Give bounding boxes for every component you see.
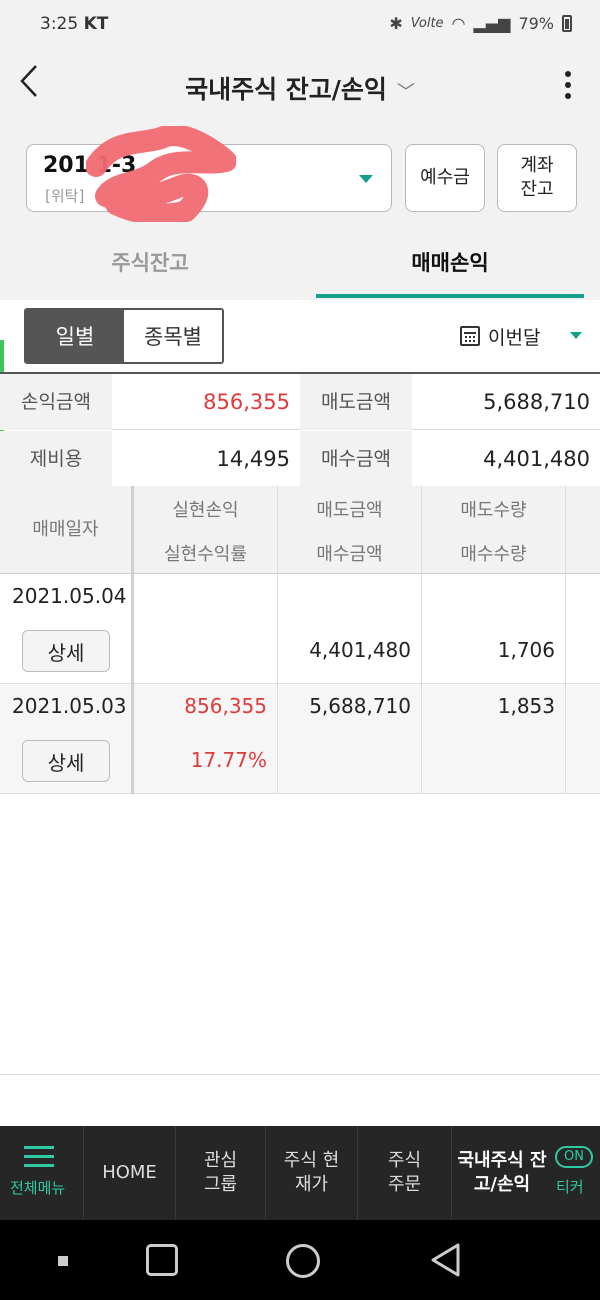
tab-stock-balance[interactable]: 주식잔고 <box>0 222 300 300</box>
row-date: 2021.05.04 <box>12 584 127 608</box>
row-date-cell: 2021.05.03 상세 <box>0 684 134 794</box>
status-bar: 3:25 KT ✱ Volte ◠ ▂▄▆ 79% <box>0 0 600 50</box>
hamburger-icon <box>24 1146 54 1168</box>
buy-quantity: 1,706 <box>497 638 555 662</box>
sell-amount-label: 매도금액 <box>300 374 412 430</box>
summary-table: 손익금액 856,355 매도금액 5,688,710 제비용 14,495 매… <box>0 372 600 487</box>
redaction-scribble <box>86 126 236 222</box>
ticker-label: 티커 <box>556 1178 584 1196</box>
chevron-down-icon: ﹀ <box>396 82 415 103</box>
status-indicators: ✱ Volte ◠ ▂▄▆ 79% <box>389 14 572 33</box>
summary-row: 제비용 14,495 매수금액 4,401,480 <box>0 431 600 487</box>
bottom-nav: 전체메뉴 HOME 관심 그룹 주식 현재가 주식 주문 국내주식 잔고/손익 … <box>0 1126 600 1220</box>
period-select[interactable]: 이번달 <box>460 322 582 350</box>
battery-icon <box>562 15 572 32</box>
page-title[interactable]: 국내주식 잔고/손익 ﹀ <box>0 70 600 106</box>
account-toolbar: 201 1-3 [위탁] 예수금 계좌 잔고 <box>0 122 600 222</box>
row-date-cell: 2021.05.04 상세 <box>0 574 134 684</box>
row-amount-cell: 5,688,710 <box>278 684 422 794</box>
wifi-icon: ◠ <box>451 14 466 33</box>
detail-button[interactable]: 상세 <box>22 740 110 782</box>
row-date: 2021.05.03 <box>12 694 127 718</box>
deposit-button[interactable]: 예수금 <box>405 144 485 212</box>
battery-percent: 79% <box>518 14 554 33</box>
table-row[interactable]: 2021.05.03 상세 856,355 17.77% 5,688,710 1… <box>0 684 600 794</box>
account-type: [위탁] <box>45 187 85 205</box>
tab-bar: 주식잔고 매매손익 <box>0 222 600 300</box>
buy-amount-label: 매수금액 <box>300 431 412 487</box>
row-amount-cell: 4,401,480 <box>278 574 422 684</box>
realized-rate: 17.77% <box>190 748 267 772</box>
account-balance-button[interactable]: 계좌 잔고 <box>497 144 577 212</box>
app-header: 국내주식 잔고/손익 ﹀ <box>0 50 600 122</box>
volte-indicator: Volte <box>410 16 444 31</box>
calendar-icon <box>460 326 480 346</box>
nav-watch-group[interactable]: 관심 그룹 <box>176 1126 266 1220</box>
ticker-toggle[interactable]: ON <box>555 1146 593 1168</box>
more-options-icon[interactable] <box>558 68 578 104</box>
fee-value: 14,495 <box>216 447 290 471</box>
main-content: 일별 종목별 이번달 손익금액 856,355 매도금액 5,688,710 제… <box>0 300 600 1126</box>
toggle-by-stock[interactable]: 종목별 <box>124 310 222 362</box>
nav-stock-order[interactable]: 주식 주문 <box>358 1126 452 1220</box>
view-toggle: 일별 종목별 <box>24 308 224 364</box>
header-quantity: 매도수량 매수수량 <box>422 486 566 574</box>
bluetooth-icon: ✱ <box>389 14 403 33</box>
pnl-label: 손익금액 <box>0 374 112 430</box>
buy-amount-value: 4,401,480 <box>483 447 590 471</box>
summary-row: 손익금액 856,355 매도금액 5,688,710 <box>0 374 600 430</box>
period-label: 이번달 <box>488 326 541 349</box>
buy-amount: 4,401,480 <box>309 638 411 662</box>
overview-icon[interactable] <box>146 1244 178 1276</box>
row-quantity-cell: 1,706 <box>422 574 566 684</box>
pnl-value: 856,355 <box>203 390 290 414</box>
active-tab-indicator <box>316 294 584 298</box>
fee-label: 제비용 <box>0 431 112 487</box>
sell-amount-value: 5,688,710 <box>483 390 590 414</box>
nav-stock-quote[interactable]: 주식 현재가 <box>266 1126 358 1220</box>
nav-home[interactable]: HOME <box>84 1126 176 1220</box>
dropdown-arrow-icon <box>359 175 373 183</box>
toggle-daily[interactable]: 일별 <box>26 310 124 362</box>
row-quantity-cell: 1,853 <box>422 684 566 794</box>
tab-trading-pnl[interactable]: 매매손익 <box>300 222 600 300</box>
table-row[interactable]: 2021.05.04 상세 4,401,480 1,706 <box>0 574 600 684</box>
recent-apps-dot-icon[interactable] <box>58 1256 68 1266</box>
detail-button[interactable]: 상세 <box>22 630 110 672</box>
signal-icon: ▂▄▆ <box>473 14 511 33</box>
table-header: 매매일자 실현손익 실현수익률 매도금액 매수금액 매도수량 매수수량 <box>0 486 600 574</box>
home-icon[interactable] <box>286 1244 320 1278</box>
header-date: 매매일자 <box>0 486 134 574</box>
sell-quantity: 1,853 <box>497 694 555 718</box>
nav-current-page[interactable]: 국내주식 잔고/손익 <box>452 1126 552 1220</box>
header-pnl: 실현손익 실현수익률 <box>134 486 278 574</box>
row-pnl-cell <box>134 574 278 684</box>
divider <box>0 1074 600 1075</box>
status-time: 3:25 KT <box>40 14 109 34</box>
row-pnl-cell: 856,355 17.77% <box>134 684 278 794</box>
dropdown-arrow-icon <box>570 332 582 339</box>
sell-amount: 5,688,710 <box>309 694 411 718</box>
back-nav-icon[interactable] <box>428 1242 464 1278</box>
realized-pnl: 856,355 <box>184 694 267 718</box>
header-amount: 매도금액 매수금액 <box>278 486 422 574</box>
system-nav-bar <box>0 1220 600 1300</box>
nav-all-menu[interactable]: 전체메뉴 <box>0 1126 84 1220</box>
